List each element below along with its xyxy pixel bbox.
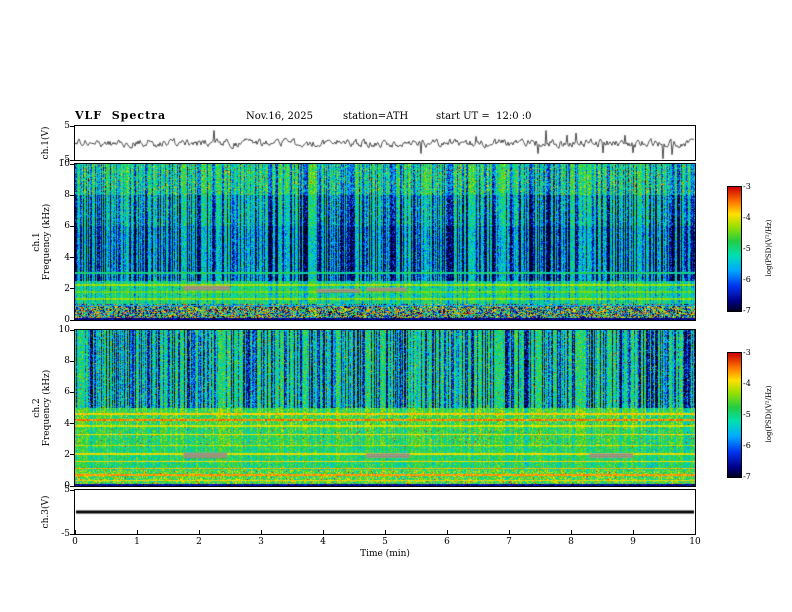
ch3v-y-tick-label: 5 xyxy=(64,485,70,495)
ch3v-y-tick-mark xyxy=(70,533,74,535)
spec2-channel-label: ch.2 xyxy=(32,398,42,418)
ch3-waveform-canvas xyxy=(75,490,695,534)
colorbar-tick-label: -5 xyxy=(743,244,751,253)
colorbar-tick-label: -5 xyxy=(743,410,751,419)
vlf-spectra-figure: VLF Spectra Nov.16, 2025 station=ATH sta… xyxy=(0,0,792,612)
colorbar-2 xyxy=(727,352,742,478)
spec2-y-tick-label: 4 xyxy=(64,418,70,429)
spec1-y-tick-mark xyxy=(70,194,74,196)
spec1-y-tick-label: 4 xyxy=(64,252,70,263)
ch3-waveform-panel xyxy=(74,489,696,535)
time-tick-mark xyxy=(446,530,448,534)
time-tick-mark xyxy=(260,530,262,534)
time-tick-mark xyxy=(74,530,76,534)
ch1-waveform-canvas xyxy=(75,126,695,160)
time-tick-label: 5 xyxy=(382,537,388,547)
station-label: station=ATH xyxy=(343,111,409,122)
ch2-spectrogram-canvas xyxy=(75,330,695,486)
time-tick-mark xyxy=(632,530,634,534)
ch3-voltage-axis-label: ch.3(V) xyxy=(41,495,51,529)
spec2-frequency-label: Frequency (kHz) xyxy=(42,369,52,447)
ch1-spectrogram-canvas xyxy=(75,164,695,320)
plot-title: VLF Spectra xyxy=(75,109,167,122)
colorbar-tick-label: -4 xyxy=(743,213,751,222)
time-tick-mark xyxy=(508,530,510,534)
ch1v-y-tick-mark xyxy=(70,159,74,161)
time-tick-label: 10 xyxy=(689,537,701,547)
time-tick-mark xyxy=(322,530,324,534)
ch1v-y-tick-mark xyxy=(70,125,74,127)
spec2-y-tick-mark xyxy=(70,391,74,393)
colorbar-2-label: log(PSD)(V²/Hz) xyxy=(765,385,773,443)
colorbar-1 xyxy=(727,186,742,312)
colorbar-tick-label: -6 xyxy=(743,441,751,450)
spec2-y-tick-mark xyxy=(70,454,74,456)
time-tick-label: 6 xyxy=(444,537,450,547)
ch3v-y-tick-mark xyxy=(70,489,74,491)
start-ut-label: start UT = 12:0 :0 xyxy=(436,111,532,122)
colorbar-1-label: log(PSD)(V²/Hz) xyxy=(765,219,773,277)
time-tick-label: 9 xyxy=(630,537,636,547)
ch2-spectrogram-panel xyxy=(74,329,696,487)
time-tick-label: 7 xyxy=(506,537,512,547)
time-tick-label: 3 xyxy=(258,537,264,547)
spec1-y-tick-label: 6 xyxy=(64,221,70,232)
time-tick-mark xyxy=(384,530,386,534)
spec2-y-tick-label: 2 xyxy=(64,449,70,460)
spec1-frequency-label: Frequency (kHz) xyxy=(42,203,52,281)
colorbar-tick-label: -7 xyxy=(743,306,751,315)
ch1-waveform-panel xyxy=(74,125,696,161)
spec1-y-tick-label: 8 xyxy=(64,190,70,201)
time-tick-mark xyxy=(136,530,138,534)
colorbar-tick-label: -7 xyxy=(743,472,751,481)
spec2-y-axis-label: ch.2 Frequency (kHz) xyxy=(32,370,52,447)
spec1-y-tick-label: 2 xyxy=(64,283,70,294)
time-tick-label: 8 xyxy=(568,537,574,547)
spec1-channel-label: ch.1 xyxy=(32,232,42,252)
ch1v-y-tick-label: 5 xyxy=(64,121,70,131)
ch1-spectrogram-panel xyxy=(74,163,696,321)
time-tick-label: 1 xyxy=(134,537,140,547)
spec2-y-tick-mark xyxy=(70,423,74,425)
spec2-y-tick-label: 6 xyxy=(64,387,70,398)
spec2-y-tick-mark xyxy=(70,485,74,487)
colorbar-tick-label: -3 xyxy=(743,348,751,357)
time-axis-label: Time (min) xyxy=(360,549,410,559)
time-tick-label: 0 xyxy=(72,537,78,547)
spec1-y-tick-mark xyxy=(70,225,74,227)
time-tick-label: 4 xyxy=(320,537,326,547)
colorbar-tick-label: -3 xyxy=(743,182,751,191)
spec1-y-tick-label: 0 xyxy=(64,315,70,325)
time-tick-mark xyxy=(694,530,696,534)
time-tick-mark xyxy=(570,530,572,534)
spec2-y-tick-label: 10 xyxy=(58,325,70,335)
spec1-y-axis-label: ch.1 Frequency (kHz) xyxy=(32,204,52,281)
spec2-y-tick-mark xyxy=(70,329,74,331)
spec1-y-tick-mark xyxy=(70,257,74,259)
spec1-y-tick-mark xyxy=(70,288,74,290)
spec1-y-tick-mark xyxy=(70,319,74,321)
colorbar-tick-label: -6 xyxy=(743,275,751,284)
date-label: Nov.16, 2025 xyxy=(246,111,313,122)
time-tick-label: 2 xyxy=(196,537,202,547)
spec2-y-tick-label: 8 xyxy=(64,356,70,367)
colorbar-tick-label: -4 xyxy=(743,379,751,388)
time-tick-mark xyxy=(198,530,200,534)
spec1-y-tick-mark xyxy=(70,163,74,165)
spec1-y-tick-label: 10 xyxy=(58,159,70,169)
spec2-y-tick-mark xyxy=(70,360,74,362)
